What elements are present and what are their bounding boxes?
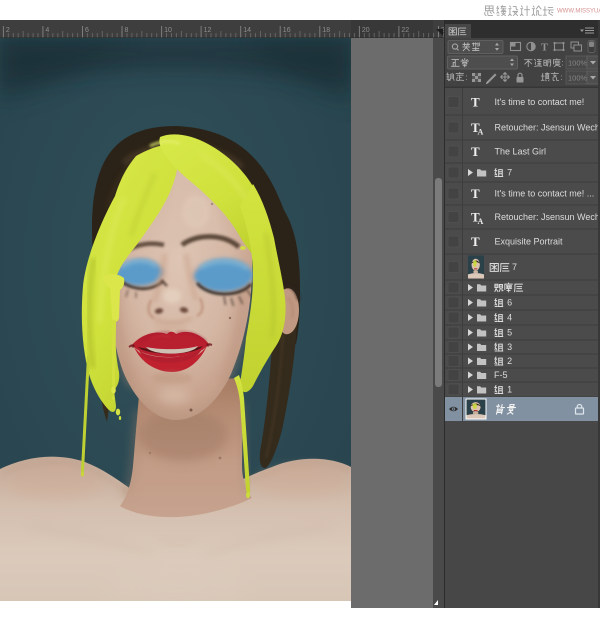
svg-text:18: 18 xyxy=(322,27,330,34)
svg-text:12: 12 xyxy=(204,27,212,34)
svg-text:20: 20 xyxy=(362,27,370,34)
svg-text:T: T xyxy=(471,234,480,249)
svg-text:Retoucher: Jsensun Wech...: Retoucher: Jsensun Wech... xyxy=(495,123,600,133)
svg-text:6: 6 xyxy=(507,298,512,308)
svg-text:5: 5 xyxy=(507,328,512,338)
svg-text:T: T xyxy=(471,144,480,159)
svg-text::: : xyxy=(466,73,468,82)
svg-text:The Last Girl: The Last Girl xyxy=(495,147,547,157)
svg-text:100%: 100% xyxy=(568,74,588,83)
svg-text:7: 7 xyxy=(512,262,517,272)
svg-text:WWW.MISSYUAN.COM: WWW.MISSYUAN.COM xyxy=(557,9,600,15)
svg-text:It's time to contact me! ...: It's time to contact me! ... xyxy=(495,189,595,199)
svg-text:4: 4 xyxy=(45,27,49,34)
svg-text:1: 1 xyxy=(507,385,512,395)
svg-text:Exquisite Portrait: Exquisite Portrait xyxy=(495,237,564,247)
svg-text:3: 3 xyxy=(507,342,512,352)
svg-text:T: T xyxy=(541,43,548,54)
svg-text:14: 14 xyxy=(243,27,251,34)
svg-text:A: A xyxy=(478,217,484,226)
svg-text:2: 2 xyxy=(6,27,10,34)
svg-text::: : xyxy=(562,59,564,68)
svg-text:T: T xyxy=(471,95,480,110)
svg-text:It's time to contact me!: It's time to contact me! xyxy=(495,97,585,107)
svg-text:Retoucher: Jsensun Wech...: Retoucher: Jsensun Wech... xyxy=(495,212,600,222)
svg-text:2: 2 xyxy=(507,356,512,366)
svg-text::: : xyxy=(561,73,563,82)
svg-text:4: 4 xyxy=(507,313,512,323)
svg-text:22: 22 xyxy=(401,27,409,34)
svg-text:10: 10 xyxy=(164,27,172,34)
svg-text:100%: 100% xyxy=(568,59,588,68)
svg-text:7: 7 xyxy=(507,168,512,178)
svg-text:F-5: F-5 xyxy=(494,370,508,380)
svg-text:A: A xyxy=(478,128,484,137)
svg-text:T: T xyxy=(471,186,480,201)
svg-text:6: 6 xyxy=(85,27,89,34)
svg-text:16: 16 xyxy=(283,27,291,34)
svg-text:8: 8 xyxy=(125,27,129,34)
